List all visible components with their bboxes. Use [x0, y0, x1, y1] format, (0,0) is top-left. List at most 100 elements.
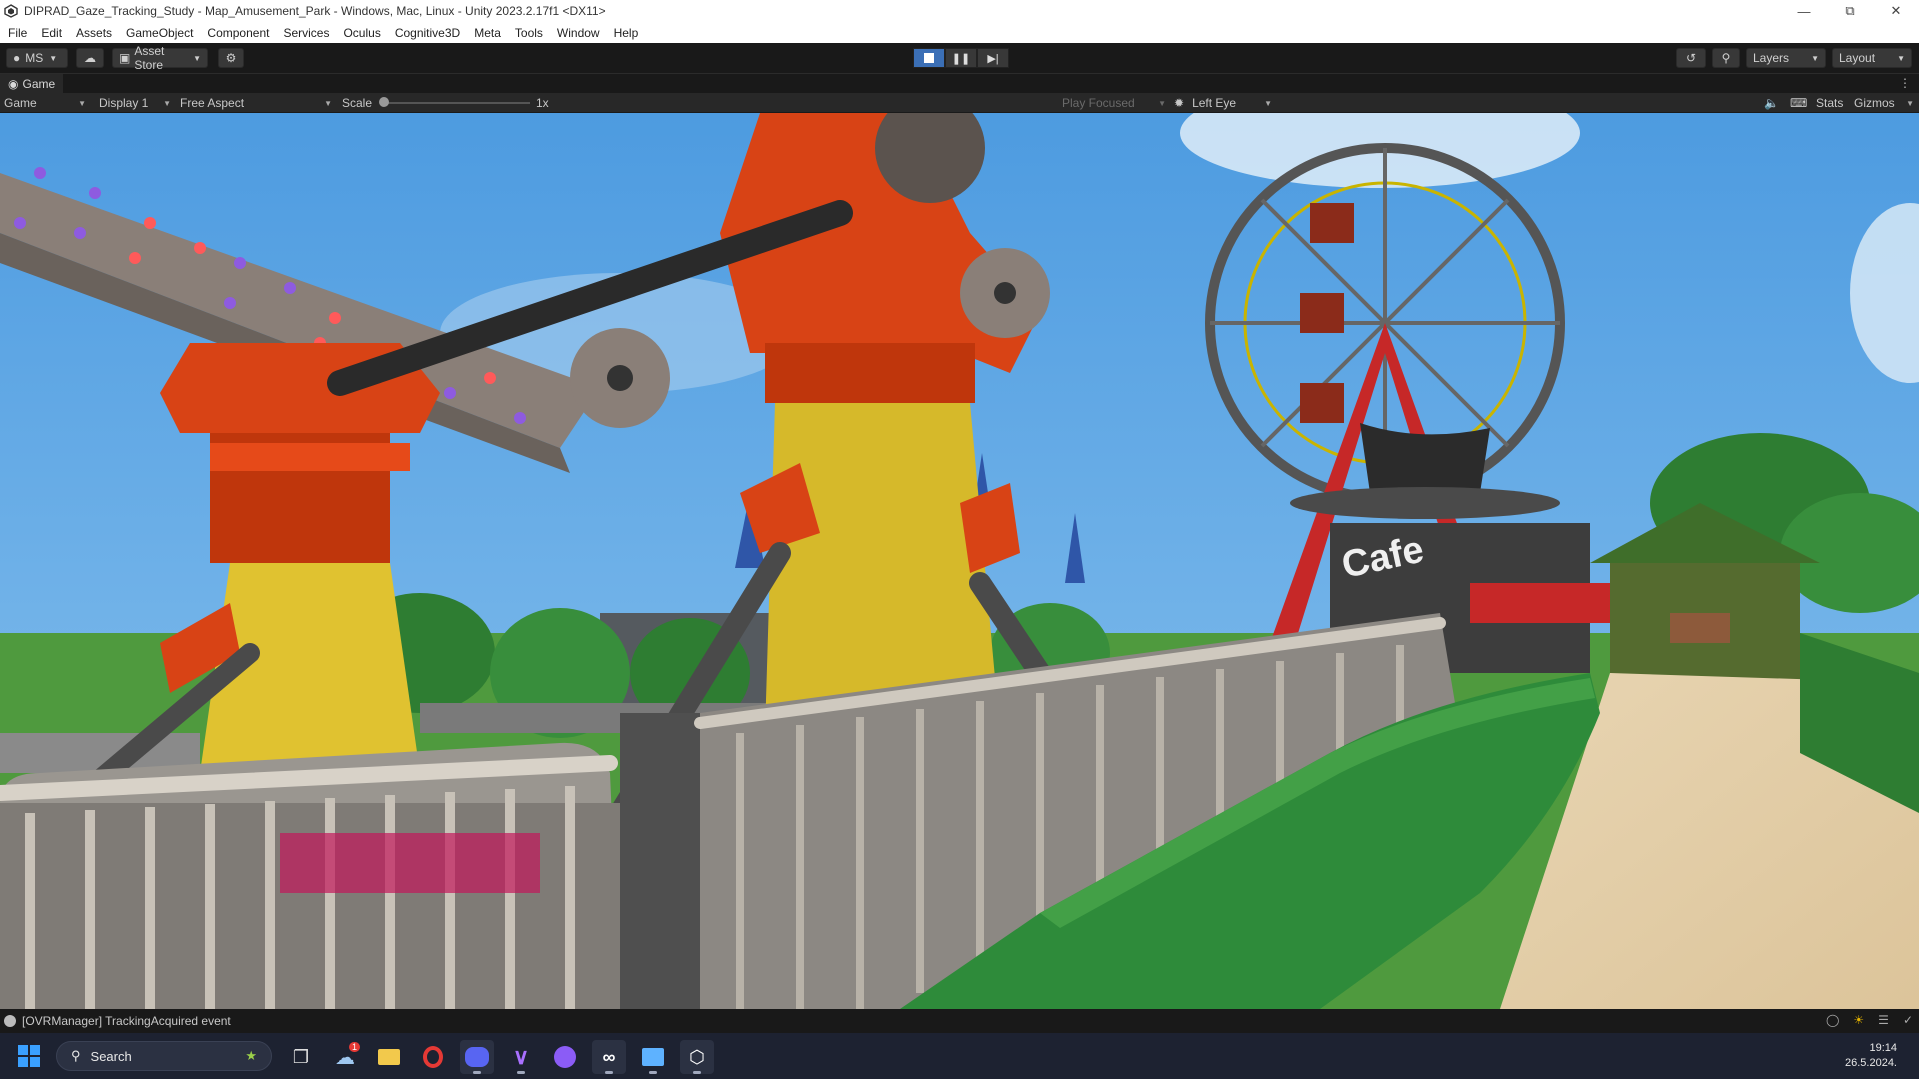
- layout-dropdown[interactable]: Layout ▼: [1832, 48, 1912, 68]
- file-explorer-app[interactable]: [372, 1040, 406, 1074]
- menu-assets[interactable]: Assets: [76, 26, 112, 40]
- taskbar-search[interactable]: ⚲ Search ★: [56, 1041, 272, 1071]
- stop-icon: [924, 53, 934, 63]
- close-icon: ✕: [1890, 3, 1902, 18]
- console-status-bar[interactable]: [OVRManager] TrackingAcquired event ◯ ☀ …: [0, 1009, 1919, 1033]
- gizmos-dropdown[interactable]: Gizmos ▼: [1854, 93, 1914, 113]
- menu-edit[interactable]: Edit: [41, 26, 62, 40]
- search-button[interactable]: ⚲: [1712, 48, 1740, 68]
- menu-bar: File Edit Assets GameObject Component Se…: [0, 22, 1919, 43]
- audio-mute-button[interactable]: 🔈: [1764, 93, 1779, 113]
- github-icon: [554, 1046, 576, 1068]
- minimize-button[interactable]: —: [1781, 0, 1827, 22]
- account-dropdown[interactable]: ● MS ▼: [6, 48, 68, 68]
- game-control-bar: Game ▼ Display 1 ▼ Free Aspect ▼ Scale 1…: [0, 93, 1919, 113]
- menu-cognitive3d[interactable]: Cognitive3D: [395, 26, 460, 40]
- pause-icon: ❚❚: [951, 52, 971, 65]
- menu-meta[interactable]: Meta: [474, 26, 501, 40]
- game-tab-bar: ◉ Game ⋮: [0, 73, 1919, 94]
- view-mode-dropdown[interactable]: Game ▼: [4, 93, 86, 113]
- menu-window[interactable]: Window: [557, 26, 600, 40]
- system-clock[interactable]: 19:14 26.5.2024.: [1845, 1041, 1897, 1071]
- info-icon: [4, 1015, 16, 1027]
- photos-app[interactable]: [636, 1040, 670, 1074]
- stats-button[interactable]: Stats: [1816, 93, 1843, 113]
- visual-studio-app[interactable]: ∨: [504, 1040, 538, 1074]
- play-focused-label: Play Focused: [1062, 96, 1135, 110]
- undo-history-button[interactable]: ↺: [1676, 48, 1706, 68]
- search-highlight-icon: ★: [245, 1048, 257, 1063]
- unity-app[interactable]: ⬡: [680, 1040, 714, 1074]
- menu-component[interactable]: Component: [207, 26, 269, 40]
- chevron-down-icon: ▼: [163, 98, 171, 108]
- menu-tools[interactable]: Tools: [515, 26, 543, 40]
- step-icon: ▶|: [987, 52, 999, 65]
- windows-start-icon[interactable]: [18, 1045, 40, 1067]
- keyboard-icon: ⌨: [1790, 96, 1808, 110]
- scale-slider-thumb[interactable]: [379, 97, 389, 107]
- asset-store-button[interactable]: ▣ Asset Store ▼: [112, 44, 208, 72]
- menu-services[interactable]: Services: [283, 26, 329, 40]
- keyboard-shortcuts-button[interactable]: ⌨: [1790, 93, 1807, 113]
- windows-taskbar: ⚲ Search ★ ❐ ☁ 1 ∨ ∞ ⬡ 19:14 26.5.2024.: [0, 1033, 1919, 1079]
- bag-icon: ▣: [119, 51, 131, 65]
- more-options-icon[interactable]: ⋮: [1899, 76, 1911, 90]
- search-label: Search: [90, 1048, 132, 1064]
- play-button[interactable]: [913, 48, 945, 68]
- chevron-down-icon: ▼: [78, 98, 86, 108]
- menu-help[interactable]: Help: [614, 26, 639, 40]
- scale-label: Scale: [342, 96, 373, 110]
- display-dropdown[interactable]: Display 1 ▼: [99, 93, 171, 113]
- gear-icon: ⚙: [225, 51, 237, 65]
- restore-button[interactable]: ⧉: [1827, 0, 1873, 22]
- cloud-button[interactable]: ☁: [76, 48, 104, 68]
- eye-label: Left Eye: [1192, 96, 1237, 110]
- history-icon: ↺: [1685, 51, 1697, 65]
- play-focused-dropdown[interactable]: Play Focused ▼: [1062, 93, 1166, 113]
- task-view-button[interactable]: ❐: [284, 1040, 318, 1074]
- menu-file[interactable]: File: [8, 26, 27, 40]
- unity-logo-icon: [4, 4, 18, 18]
- github-desktop-app[interactable]: [548, 1040, 582, 1074]
- close-button[interactable]: ✕: [1873, 0, 1919, 22]
- layout-label: Layout: [1839, 51, 1876, 65]
- cache-icon[interactable]: ☰: [1878, 1013, 1889, 1027]
- weather-widget[interactable]: ☁ 1: [328, 1040, 362, 1074]
- chevron-down-icon: ▼: [193, 53, 201, 63]
- speaker-icon: 🔈: [1764, 96, 1779, 110]
- layers-label: Layers: [1753, 51, 1790, 65]
- scale-slider-track[interactable]: [386, 102, 530, 104]
- menu-oculus[interactable]: Oculus: [343, 26, 380, 40]
- vr-headset-icon[interactable]: ◯: [1826, 1013, 1839, 1027]
- chevron-down-icon: ▼: [1906, 98, 1914, 108]
- meta-quest-app[interactable]: ∞: [592, 1040, 626, 1074]
- chevron-down-icon: ▼: [49, 53, 58, 63]
- opera-app[interactable]: [416, 1040, 450, 1074]
- unity-icon: ⬡: [689, 1046, 705, 1067]
- amusement-park-scene: Cafe: [0, 113, 1919, 1009]
- weather-badge: 1: [348, 1042, 360, 1052]
- lighting-icon[interactable]: ☀: [1853, 1013, 1864, 1027]
- layers-dropdown[interactable]: Layers ▼: [1746, 48, 1826, 68]
- game-viewport[interactable]: Cafe: [0, 113, 1919, 1009]
- gizmos-label: Gizmos: [1854, 96, 1895, 110]
- menu-gameobject[interactable]: GameObject: [126, 26, 193, 40]
- visual-studio-icon: ∨: [512, 1044, 530, 1069]
- tab-game[interactable]: ◉ Game: [0, 74, 64, 94]
- step-button[interactable]: ▶|: [977, 48, 1009, 68]
- gamepad-icon: ◉: [8, 77, 19, 91]
- chevron-down-icon: ▼: [1264, 98, 1272, 108]
- discord-app[interactable]: [460, 1040, 494, 1074]
- eye-dropdown[interactable]: ✹ Left Eye ▼: [1174, 93, 1272, 113]
- meta-icon: ∞: [602, 1046, 616, 1067]
- chevron-down-icon: ▼: [1897, 53, 1905, 63]
- aspect-dropdown[interactable]: Free Aspect ▼: [180, 93, 332, 113]
- pause-button[interactable]: ❚❚: [945, 48, 977, 68]
- folder-icon: [378, 1049, 400, 1065]
- cloud-icon: ☁: [84, 51, 96, 65]
- check-icon[interactable]: ✓: [1903, 1013, 1913, 1027]
- bug-icon: ✹: [1174, 96, 1185, 110]
- main-toolbar: ● MS ▼ ☁ ▣ Asset Store ▼ ⚙ ❚❚ ▶| ↺ ⚲ Lay…: [0, 43, 1919, 73]
- opera-icon: [423, 1046, 443, 1068]
- package-button[interactable]: ⚙: [218, 48, 244, 68]
